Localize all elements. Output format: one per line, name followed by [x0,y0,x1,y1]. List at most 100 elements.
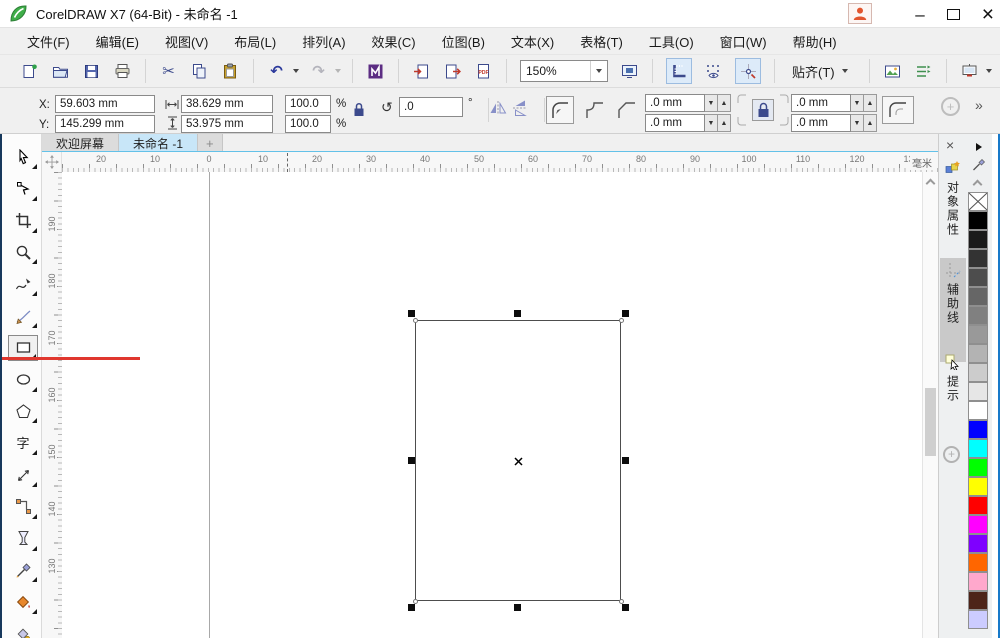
menu-6[interactable]: 效果(C) [359,28,429,55]
palette-scroll-up-icon[interactable] [972,179,983,190]
paste-icon[interactable] [221,62,240,81]
redo-icon[interactable]: ↷ [309,62,328,81]
welcome-screen-icon[interactable] [960,62,979,81]
color-swatch-magenta[interactable] [968,515,988,534]
chevron-down-icon[interactable] [293,69,299,73]
selection-handle[interactable] [514,310,521,317]
user-account-icon[interactable] [848,3,872,24]
vertical-ruler[interactable]: 190 180 170 160 150 140 130 [42,172,62,638]
flyout-triangle-icon[interactable] [32,609,37,615]
connector-tool[interactable] [8,494,38,520]
flyout-triangle-icon[interactable] [32,418,37,424]
color-swatch-orange[interactable] [968,553,988,572]
flyout-triangle-icon[interactable] [32,450,37,456]
menu-4[interactable]: 布局(L) [221,28,289,55]
selection-handle[interactable] [622,456,629,464]
eyedropper-tool[interactable] [8,557,38,583]
color-swatch-60-black[interactable] [968,287,988,306]
close-button[interactable]: × [982,4,994,25]
app-launcher-icon[interactable] [366,62,385,81]
chevron-down-icon[interactable] [590,61,607,81]
document-tab-1[interactable]: 欢迎屏幕 [42,134,120,152]
color-swatch-30-black[interactable] [968,344,988,363]
docker-tab-提示[interactable]: 提示 [940,350,966,436]
undo-icon[interactable]: ↶ [267,62,286,81]
color-swatch-white[interactable] [968,401,988,420]
scalloped-corner-icon[interactable] [585,101,605,119]
document-tab-2[interactable]: 未命名 -1 [119,134,199,152]
scroll-up-icon[interactable] [925,178,936,189]
text-tool[interactable]: 字 [8,430,38,456]
docker-add-button[interactable]: + [943,446,960,463]
color-swatch-cyan[interactable] [968,439,988,458]
flyout-triangle-icon[interactable] [32,577,37,583]
corner-node[interactable] [413,318,418,323]
x-position-field[interactable]: 59.603 mm [55,95,155,113]
selection-handle[interactable] [514,604,521,611]
color-swatch-black[interactable] [968,211,988,230]
flyout-triangle-icon[interactable] [32,164,37,169]
corner-radius-tl-field[interactable]: .0 mm [645,94,705,112]
selection-handle[interactable] [408,456,415,464]
flyout-triangle-icon[interactable] [32,482,37,487]
object-center-marker[interactable] [514,456,523,466]
new-document-icon[interactable] [20,62,39,81]
y-position-field[interactable]: 145.299 mm [55,115,155,133]
palette-flyout-icon[interactable] [976,143,982,151]
color-swatch-brown[interactable] [968,591,988,610]
flyout-triangle-icon[interactable] [32,386,37,392]
corner-br-spinner[interactable]: ▼ ▲ [851,114,877,132]
open-icon[interactable] [51,62,70,81]
options-icon[interactable] [883,62,902,81]
corner-bl-spinner[interactable]: ▼ ▲ [705,114,731,132]
color-swatch-90-black[interactable] [968,230,988,249]
selection-handle[interactable] [408,310,415,317]
corner-radius-bl-field[interactable]: .0 mm [645,114,705,132]
flyout-triangle-icon[interactable] [32,513,37,519]
rotation-angle-field[interactable]: .0 [399,97,463,117]
print-icon[interactable] [113,62,132,81]
pick-tool[interactable] [8,144,38,170]
lock-ratio-icon[interactable] [353,102,365,117]
zoom-level-select[interactable]: 150% [520,60,608,82]
corner-node[interactable] [619,318,624,323]
maximize-button[interactable] [946,8,960,20]
menu-9[interactable]: 表格(T) [567,28,636,55]
scrollbar-thumb[interactable] [925,388,936,456]
horizontal-ruler[interactable]: 20100102030405060708090100110120130毫米 [62,152,938,172]
crop-tool[interactable] [8,208,38,234]
color-swatch-50-black[interactable] [968,306,988,325]
drawing-canvas[interactable] [62,172,922,638]
artistic-media-tool[interactable] [8,303,38,329]
color-swatch-lavender[interactable] [968,610,988,629]
menu-11[interactable]: 窗口(W) [707,28,780,55]
object-width-field[interactable]: 38.629 mm [181,95,273,113]
menu-3[interactable]: 视图(V) [152,28,221,55]
propbar-overflow-button[interactable]: » [975,97,983,113]
ellipse-tool[interactable] [8,367,38,393]
palette-eyedropper-icon[interactable] [972,156,986,172]
dimension-tool[interactable] [8,462,38,488]
scale-y-field[interactable]: 100.0 [285,115,331,133]
chevron-down-icon[interactable] [335,69,341,73]
flyout-triangle-icon[interactable] [32,259,37,265]
zoom-tool[interactable] [8,239,38,265]
menu-1[interactable]: 文件(F) [14,28,83,55]
menu-8[interactable]: 文本(X) [498,28,567,55]
shape-tool[interactable] [8,176,38,202]
flyout-triangle-icon[interactable] [32,227,37,233]
fill-tool[interactable] [8,589,38,615]
menu-5[interactable]: 排列(A) [289,28,358,55]
scale-x-field[interactable]: 100.0 [285,95,331,113]
selection-handle[interactable] [622,310,629,317]
color-swatch-red[interactable] [968,496,988,515]
color-swatch-green[interactable] [968,458,988,477]
menu-2[interactable]: 编辑(E) [83,28,152,55]
object-height-field[interactable]: 53.975 mm [181,115,273,133]
docker-close-button[interactable]: × [946,137,954,153]
ruler-origin[interactable] [42,152,62,172]
add-preset-button[interactable]: + [941,97,960,116]
corner-node[interactable] [619,599,624,604]
color-swatch-no-color[interactable] [968,192,988,211]
polygon-tool[interactable] [8,398,38,424]
